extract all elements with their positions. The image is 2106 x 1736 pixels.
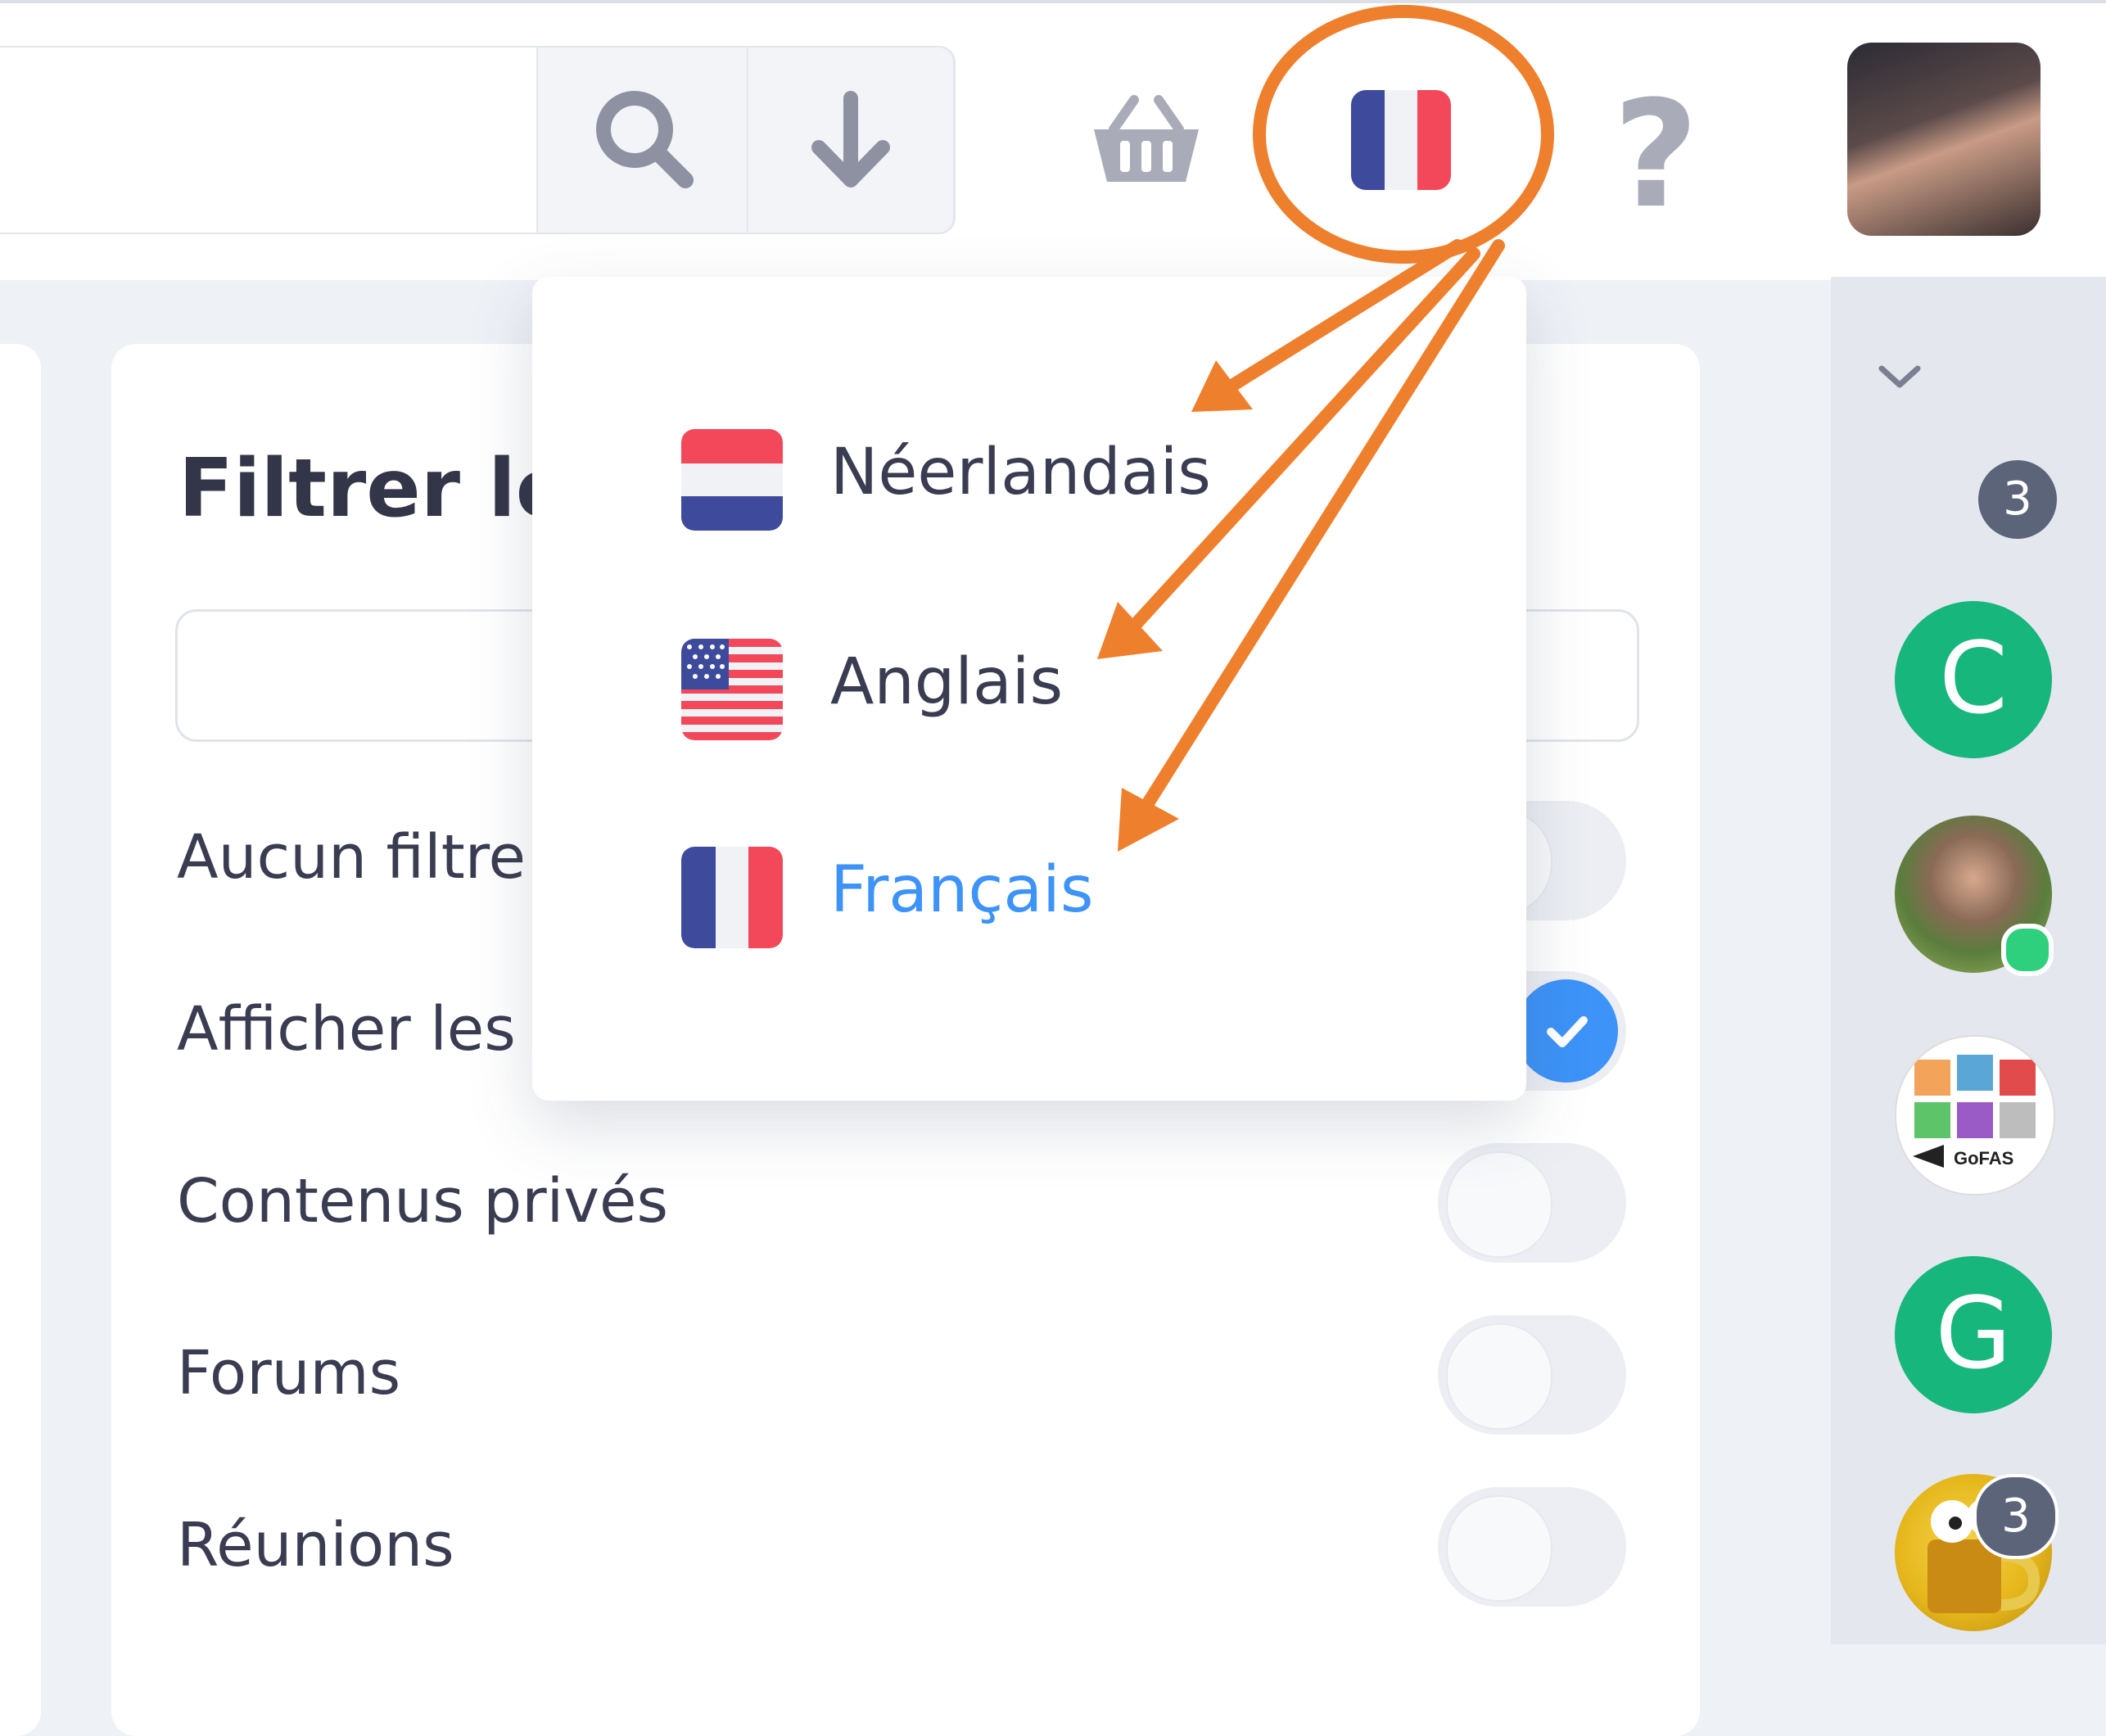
help-icon[interactable]: ? (1613, 82, 1698, 229)
check-icon (1547, 1016, 1588, 1047)
gofas-logo-icon: GoFAS (1913, 1055, 2036, 1169)
language-label: Français (830, 853, 1094, 927)
search-button[interactable] (536, 46, 747, 234)
language-option-nl[interactable]: Néerlandais (681, 429, 1418, 531)
user-avatar[interactable] (1847, 43, 2040, 236)
basket-icon[interactable] (1089, 90, 1204, 188)
toggle-forums[interactable] (1438, 1315, 1626, 1435)
contact-avatar[interactable]: GoFAS (1895, 1035, 2055, 1196)
arrow-down-icon (811, 91, 890, 188)
left-panel (0, 344, 41, 1736)
flag-fr-icon[interactable] (1351, 90, 1451, 190)
toggle-meetings[interactable] (1438, 1487, 1626, 1607)
language-option-en[interactable]: Anglais (681, 639, 1418, 740)
contact-avatar[interactable]: G (1895, 1256, 2052, 1413)
filter-label-private: Contenus privés (177, 1166, 669, 1236)
contact-avatar[interactable]: C (1895, 601, 2052, 758)
filter-label-show: Afficher les (177, 994, 516, 1065)
chevron-down-icon[interactable] (1875, 360, 1924, 393)
contact-badge: 3 (1973, 1474, 2059, 1559)
online-indicator (2001, 924, 2054, 976)
filter-label-meetings: Réunions (177, 1510, 454, 1580)
download-button[interactable] (747, 46, 955, 234)
language-option-fr[interactable]: Français (681, 847, 1418, 948)
filter-label-none: Aucun filtre (177, 822, 526, 893)
flag-nl-icon (681, 429, 783, 531)
unread-badge: 3 (1978, 460, 2057, 539)
flag-us-icon (681, 639, 783, 740)
panel-title: Filtrer le (179, 442, 571, 536)
flag-fr-icon (681, 847, 783, 948)
language-label: Anglais (830, 645, 1064, 719)
language-label: Néerlandais (830, 436, 1211, 509)
search-icon (596, 91, 694, 188)
filter-label-forums: Forums (177, 1338, 401, 1408)
gofas-caption: GoFAS (1954, 1148, 2013, 1169)
toggle-private[interactable] (1438, 1143, 1626, 1263)
